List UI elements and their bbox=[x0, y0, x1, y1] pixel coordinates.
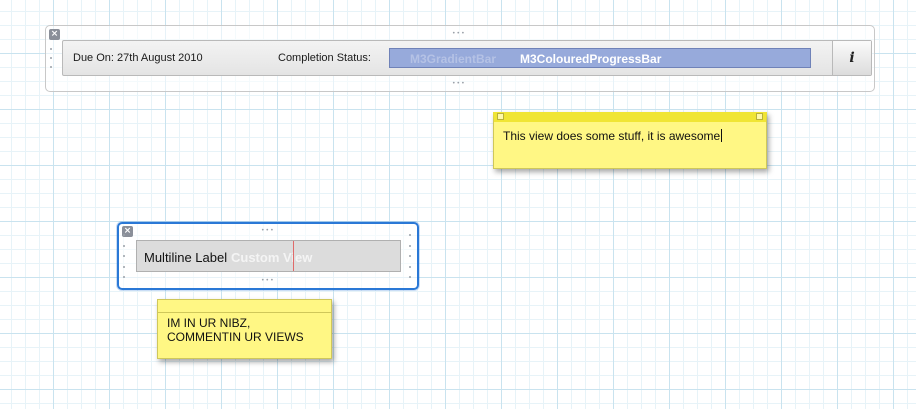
sticky-note-nibz[interactable]: IM IN UR NIBZ, COMMENTIN UR VIEWS bbox=[157, 299, 332, 359]
multiline-label[interactable]: Multiline Label bbox=[144, 250, 227, 265]
sticky-note-awesome[interactable]: This view does some stuff, it is awesome bbox=[493, 112, 767, 169]
custom-view-content[interactable]: Custom View Multiline Label bbox=[136, 240, 401, 272]
top-bar-view[interactable]: × ••• ••• Due On: 27th August 2010 Compl… bbox=[45, 25, 875, 92]
alignment-guide bbox=[293, 241, 294, 271]
due-date-label: Due On: 27th August 2010 bbox=[73, 52, 203, 64]
resize-handle-bottom[interactable]: ••• bbox=[452, 81, 466, 87]
resize-handle-bottom[interactable]: ••• bbox=[261, 278, 275, 284]
note-header bbox=[158, 300, 331, 313]
note-corner-icon[interactable] bbox=[497, 113, 504, 120]
coloured-progress-bar[interactable]: M3GradientBar M3ColouredProgressBar bbox=[389, 48, 811, 68]
custom-view[interactable]: × ••• ••• Custom View Multiline Label bbox=[117, 222, 419, 290]
resize-handle-left[interactable] bbox=[123, 234, 127, 278]
text-caret bbox=[721, 129, 723, 142]
note-line-1[interactable]: IM IN UR NIBZ, bbox=[167, 316, 304, 330]
info-icon: i bbox=[849, 50, 855, 66]
close-icon[interactable]: × bbox=[49, 29, 60, 40]
progress-bar-label: M3ColouredProgressBar bbox=[520, 52, 662, 66]
completion-status-label: Completion Status: bbox=[278, 52, 371, 64]
note-text[interactable]: This view does some stuff, it is awesome bbox=[503, 129, 720, 143]
custom-view-ghost-label: Custom View bbox=[231, 250, 313, 265]
resize-handle-left[interactable] bbox=[50, 48, 54, 68]
resize-handle-top[interactable]: ••• bbox=[452, 31, 466, 37]
info-button[interactable]: i bbox=[832, 41, 871, 75]
note-line-2[interactable]: COMMENTIN UR VIEWS bbox=[167, 330, 304, 344]
status-strip: Due On: 27th August 2010 Completion Stat… bbox=[62, 40, 872, 76]
gradient-bar-label: M3GradientBar bbox=[410, 52, 497, 66]
note-resize-icon[interactable] bbox=[756, 113, 763, 120]
resize-handle-right[interactable] bbox=[409, 234, 413, 278]
resize-handle-top[interactable]: ••• bbox=[261, 228, 275, 234]
